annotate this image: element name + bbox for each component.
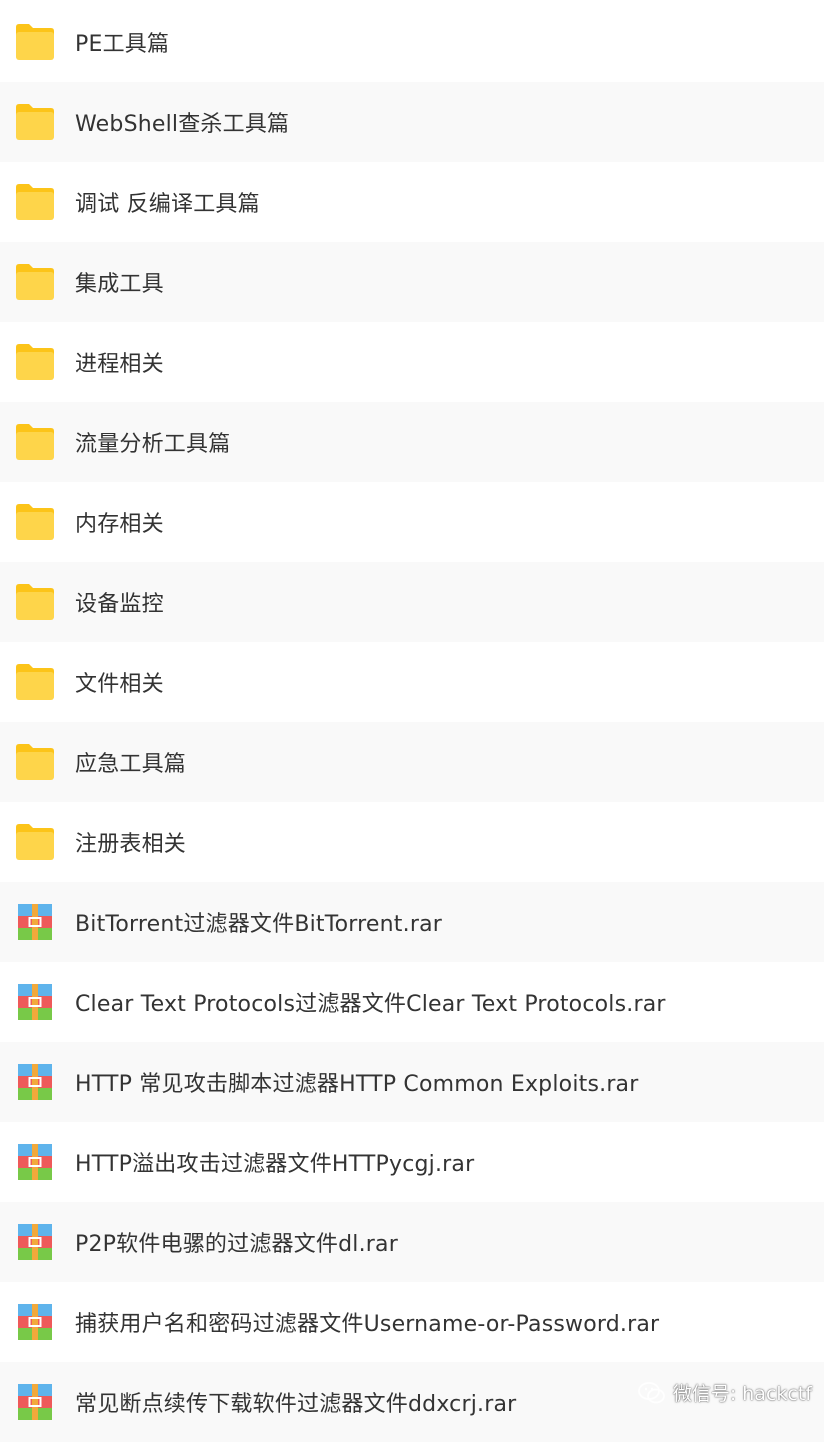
item-label: 设备监控 [75,592,164,617]
item-label: Clear Text Protocols过滤器文件Clear Text Prot… [75,992,666,1017]
folder-item[interactable]: WebShell查杀工具篇 [0,82,824,162]
item-label: BitTorrent过滤器文件BitTorrent.rar [75,912,442,937]
item-label: 内存相关 [75,512,164,537]
archive-icon [14,1381,56,1423]
folder-icon [14,821,56,863]
folder-item[interactable]: 调试 反编译工具篇 [0,162,824,242]
item-label: 注册表相关 [75,832,187,857]
folder-item[interactable]: 集成工具 [0,242,824,322]
item-label: 常见断点续传下载软件过滤器文件ddxcrj.rar [75,1392,517,1417]
folder-icon [14,181,56,223]
folder-icon [14,21,56,63]
file-item[interactable]: 捕获用户名和密码过滤器文件Username-or-Password.rar [0,1282,824,1362]
item-label: 捕获用户名和密码过滤器文件Username-or-Password.rar [75,1312,660,1337]
file-item[interactable]: P2P软件电骡的过滤器文件dl.rar [0,1202,824,1282]
archive-icon [14,1061,56,1103]
file-item[interactable]: Clear Text Protocols过滤器文件Clear Text Prot… [0,962,824,1042]
item-label: 文件相关 [75,672,164,697]
file-item[interactable]: BitTorrent过滤器文件BitTorrent.rar [0,882,824,962]
item-label: 流量分析工具篇 [75,432,231,457]
archive-icon [14,901,56,943]
watermark: 微信号: hackctf [637,1379,812,1406]
folder-icon [14,741,56,783]
item-label: WebShell查杀工具篇 [75,112,290,137]
folder-item[interactable]: 应急工具篇 [0,722,824,802]
folder-item[interactable]: PE工具篇 [0,2,824,82]
folder-item[interactable]: 注册表相关 [0,802,824,882]
file-list: PE工具篇 WebShell查杀工具篇 调试 反编译工具篇 集成工具进程相关流量分析工… [0,2,824,1442]
item-label: 应急工具篇 [75,752,187,777]
folder-icon [14,501,56,543]
archive-icon [14,1301,56,1343]
item-label: PE工具篇 [75,32,170,57]
archive-icon [14,1141,56,1183]
wechat-icon [637,1381,665,1403]
item-label: 集成工具 [75,272,164,297]
archive-icon [14,981,56,1023]
folder-icon [14,341,56,383]
file-item[interactable]: HTTP 常见攻击脚本过滤器HTTP Common Exploits.rar [0,1042,824,1122]
folder-icon [14,661,56,703]
folder-item[interactable]: 流量分析工具篇 [0,402,824,482]
item-label: 调试 反编译工具篇 [75,192,260,217]
item-label: HTTP 常见攻击脚本过滤器HTTP Common Exploits.rar [75,1072,639,1097]
folder-icon [14,421,56,463]
archive-icon [14,1221,56,1263]
folder-icon [14,101,56,143]
item-label: 进程相关 [75,352,164,377]
folder-item[interactable]: 进程相关 [0,322,824,402]
folder-item[interactable]: 内存相关 [0,482,824,562]
watermark-text: 微信号: hackctf [672,1383,812,1405]
item-label: P2P软件电骡的过滤器文件dl.rar [75,1232,398,1257]
folder-icon [14,581,56,623]
folder-item[interactable]: 设备监控 [0,562,824,642]
file-item[interactable]: HTTP溢出攻击过滤器文件HTTPycgj.rar [0,1122,824,1202]
item-label: HTTP溢出攻击过滤器文件HTTPycgj.rar [75,1152,475,1177]
folder-icon [14,261,56,303]
folder-item[interactable]: 文件相关 [0,642,824,722]
